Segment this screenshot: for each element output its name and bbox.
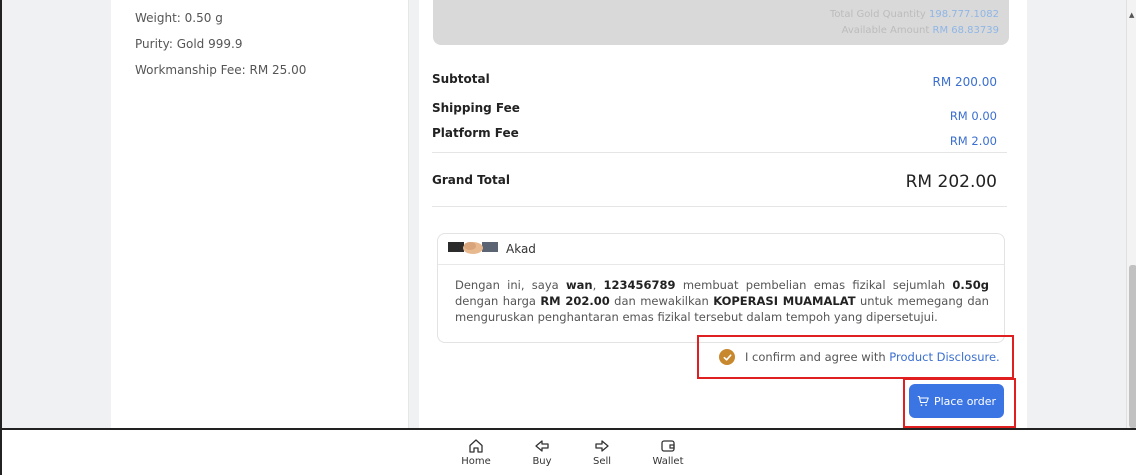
- confirm-agreement[interactable]: I confirm and agree with Product Disclos…: [697, 335, 1014, 379]
- confirm-text: I confirm and agree with Product Disclos…: [745, 350, 1000, 364]
- order-summary-panel: Total Gold Quantity 198.777.1082 Availab…: [419, 0, 1027, 430]
- nav-buy-label: Buy: [532, 456, 552, 467]
- akad-price: RM 202.00: [540, 294, 610, 308]
- divider: [432, 152, 1007, 153]
- sell-arrow-icon: [595, 440, 609, 452]
- summary-line-2-label: Available Amount: [841, 25, 930, 36]
- cart-icon: [917, 395, 929, 406]
- nav-home-label: Home: [461, 456, 491, 467]
- platform-fee-label: Platform Fee: [432, 126, 519, 140]
- handshake-icon: [448, 239, 498, 259]
- checkbox-checked-icon[interactable]: [719, 349, 735, 365]
- wallet-icon: [661, 440, 675, 452]
- akad-title: Akad: [506, 242, 536, 256]
- summary-line-2-value: RM 68.83739: [932, 25, 999, 36]
- place-order-highlight: Place order: [903, 378, 1016, 428]
- scroll-up-arrow-icon[interactable]: ▲: [1129, 11, 1134, 19]
- subtotal-value: RM 200.00: [932, 75, 998, 89]
- product-weight: Weight: 0.50 g: [135, 11, 223, 25]
- nav-sell-label: Sell: [592, 456, 612, 467]
- summary-line-1: Total Gold Quantity 198.777.1082: [830, 9, 999, 20]
- home-icon: [469, 439, 483, 453]
- summary-line-2: Available Amount RM 68.83739: [842, 25, 999, 36]
- gold-quantity: 0.50g: [952, 278, 990, 292]
- buyer-id: 123456789: [603, 278, 676, 292]
- akad-card: Akad Dengan ini, saya wan, 123456789 mem…: [437, 233, 1005, 343]
- buy-arrow-icon: [535, 440, 549, 452]
- product-info-panel: Weight: 0.50 g Purity: Gold 999.9 Workma…: [111, 0, 409, 430]
- nav-wallet[interactable]: Wallet: [646, 438, 690, 467]
- summary-line-1-value: 198.777.1082: [929, 9, 999, 20]
- subtotal-label: Subtotal: [432, 72, 490, 86]
- shipping-fee-label: Shipping Fee: [432, 101, 520, 115]
- nav-home[interactable]: Home: [454, 438, 498, 467]
- bottom-navigation: Home Buy Sell Wallet: [2, 428, 1136, 475]
- grand-total-label: Grand Total: [432, 173, 510, 187]
- summary-line-1-label: Total Gold Quantity: [829, 9, 926, 20]
- vertical-scrollbar[interactable]: ▲: [1126, 0, 1136, 430]
- scroll-thumb[interactable]: [1129, 265, 1136, 428]
- platform-fee-value: RM 2.00: [949, 134, 997, 148]
- cooperative-name: KOPERASI MUAMALAT: [713, 294, 856, 308]
- product-workmanship-fee: Workmanship Fee: RM 25.00: [135, 63, 307, 77]
- shipping-fee-value: RM 0.00: [949, 109, 997, 123]
- nav-buy[interactable]: Buy: [520, 438, 564, 467]
- grand-total-value: RM 202.00: [905, 172, 997, 192]
- place-order-label: Place order: [933, 394, 997, 408]
- nav-wallet-label: Wallet: [652, 456, 684, 467]
- product-disclosure-link[interactable]: Product Disclosure.: [889, 350, 999, 364]
- akad-header: Akad: [438, 234, 1004, 265]
- akad-statement: Dengan ini, saya wan, 123456789 membuat …: [455, 278, 990, 324]
- nav-sell[interactable]: Sell: [580, 438, 624, 467]
- gold-summary-box: Total Gold Quantity 198.777.1082 Availab…: [433, 0, 1009, 45]
- divider: [432, 206, 1007, 207]
- app-frame: Weight: 0.50 g Purity: Gold 999.9 Workma…: [0, 0, 1136, 475]
- product-purity: Purity: Gold 999.9: [135, 37, 243, 51]
- buyer-name: wan: [565, 278, 593, 292]
- place-order-button[interactable]: Place order: [909, 384, 1004, 418]
